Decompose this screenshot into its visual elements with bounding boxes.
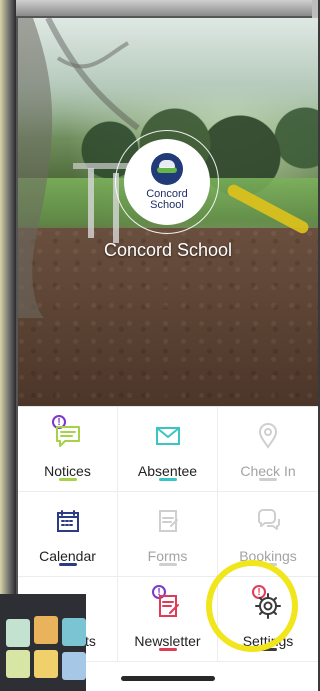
tile-underline <box>158 478 177 481</box>
tile-notices[interactable]: ! Notices <box>18 407 118 492</box>
school-crest-icon <box>151 153 183 185</box>
background-tile <box>34 616 58 644</box>
tile-calendar[interactable]: Calendar <box>18 492 118 577</box>
tile-label: Settings <box>242 633 294 649</box>
background-tile <box>62 652 86 680</box>
background-tile <box>6 619 30 647</box>
tile-label: Newsletter <box>134 633 201 649</box>
background-tile <box>6 650 30 678</box>
newsletter-edit-icon <box>151 589 185 623</box>
tile-underline <box>158 563 177 566</box>
tile-bookings[interactable]: Bookings <box>218 492 318 577</box>
envelope-icon <box>151 419 185 453</box>
tile-label: Notices <box>44 463 91 479</box>
background-photo-corner <box>0 594 86 691</box>
tile-label: Forms <box>147 548 188 564</box>
frame-top <box>0 0 318 16</box>
tile-underline <box>259 563 277 566</box>
background-tile <box>34 650 58 678</box>
location-pin-icon <box>251 419 285 453</box>
tile-label: ts <box>85 633 96 649</box>
notice-speech-icon <box>51 419 85 453</box>
home-indicator[interactable] <box>121 676 215 681</box>
tile-newsletter[interactable]: ! Newsletter <box>118 577 218 662</box>
tile-label: Calendar <box>39 548 96 564</box>
frame-left <box>0 0 16 691</box>
gear-icon <box>251 589 285 623</box>
logo-text-bottom: School <box>150 199 184 211</box>
tile-underline <box>259 648 277 651</box>
school-name: Concord School <box>103 240 233 260</box>
tile-absentee[interactable]: Absentee <box>118 407 218 492</box>
tile-label: Absentee <box>137 463 198 479</box>
chat-bubbles-icon <box>251 504 285 538</box>
calendar-icon <box>51 504 85 538</box>
tile-forms[interactable]: Forms <box>118 492 218 577</box>
device-frame: Concord School Concord School ! Notices <box>0 0 318 691</box>
tile-label: Check In <box>240 463 296 479</box>
tile-settings[interactable]: ! Settings <box>218 577 318 662</box>
form-edit-icon <box>151 504 185 538</box>
tile-check-in[interactable]: Check In <box>218 407 318 492</box>
play-structure-post <box>88 168 94 238</box>
tile-underline <box>158 648 177 651</box>
tile-underline <box>58 563 77 566</box>
tile-underline <box>58 478 77 481</box>
tile-underline <box>259 478 277 481</box>
app-screen: Concord School Concord School ! Notices <box>18 18 318 691</box>
school-logo: Concord School <box>124 139 210 225</box>
hero-image: Concord School Concord School <box>18 18 318 406</box>
background-tile <box>62 618 86 646</box>
tile-label: Bookings <box>239 548 297 564</box>
